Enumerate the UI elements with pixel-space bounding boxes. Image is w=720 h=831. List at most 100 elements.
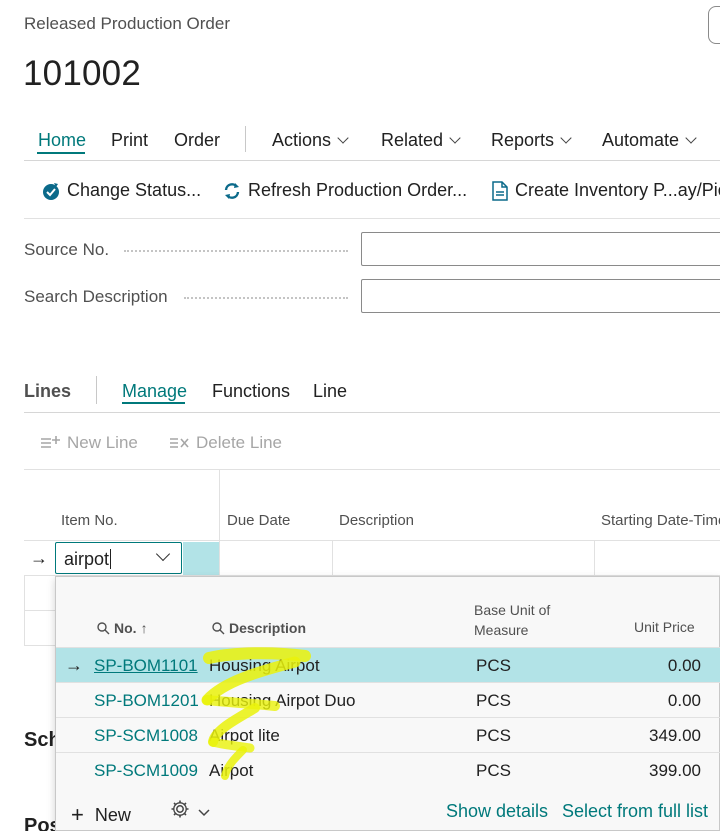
lookup-cell-no[interactable]: SP-SCM1009 [94,761,198,781]
lookup-cell-uom: PCS [476,761,511,780]
tab-print[interactable]: Print [111,130,148,151]
item-no-input-value: airpot [64,549,110,569]
chevron-down-icon [198,809,210,817]
lookup-cell-no[interactable]: SP-SCM1008 [94,726,198,746]
tab-related[interactable]: Related [381,130,461,151]
lines-separator [96,376,97,404]
show-details-link[interactable]: Show details [446,801,548,822]
refresh-icon [224,182,240,199]
new-record-label: New [94,805,131,825]
lookup-cell-no[interactable]: SP-BOM1101 [94,656,198,676]
lookup-row[interactable]: SP-BOM1201 Housing Airpot Duo PCS 0.00 [56,682,720,717]
text-caret [110,549,111,569]
refresh-production-order-button[interactable]: Refresh Production Order... [222,180,467,201]
search-icon [212,622,225,635]
tab-actions[interactable]: Actions [272,130,349,151]
corner-button[interactable] [708,6,720,44]
lines-divider [24,412,720,413]
search-icon [97,622,110,635]
chevron-down-icon [449,132,461,144]
column-description[interactable]: Description [339,512,414,529]
lookup-cell-uom: PCS [476,726,511,745]
nav-separator [245,126,246,152]
new-line-label: New Line [67,433,138,452]
lookup-cell-description: Housing Airpot Duo [209,691,356,710]
lookup-cell-unit-price: 349.00 [649,726,701,745]
tab-automate[interactable]: Automate [602,130,697,151]
lookup-row[interactable]: → SP-BOM1101 Housing Airpot PCS 0.00 [56,647,720,682]
grid-left-border [24,575,25,645]
action-bar-nav: Home Print Order Actions Related Reports… [0,124,720,158]
change-status-button[interactable]: Change Status... [41,180,201,201]
source-no-leader [124,250,348,252]
tab-line[interactable]: Line [313,381,347,402]
page-title: 101002 [23,54,141,93]
page-caption: Released Production Order [24,14,231,33]
refresh-label: Refresh Production Order... [248,180,468,200]
selected-cell-highlight [183,542,219,575]
select-from-full-list-link[interactable]: Select from full list [562,801,708,822]
search-description-label: Search Description [24,287,168,306]
lookup-column-unit-price[interactable]: Unit Price [634,619,695,635]
lookup-cell-description: Airpot lite [209,726,280,745]
create-inventory-label: Create Inventory P...ay/Pick [515,180,720,200]
lookup-column-uom-line2[interactable]: Measure [474,622,528,638]
tab-manage[interactable]: Manage [122,381,187,402]
gear-icon [171,800,189,818]
document-icon [492,180,508,201]
grid-top-divider [24,469,720,470]
item-lookup-dropdown: No. ↑ Description Base Unit of Measure U… [55,576,720,831]
chevron-down-icon [685,132,697,144]
item-no-input[interactable]: airpot [55,542,182,574]
lookup-footer: + New Show details Select from full list [56,789,720,831]
tab-manage-underline [122,402,185,404]
plus-icon: + [71,802,84,827]
tab-related-label: Related [381,130,444,150]
chevron-down-icon [560,132,572,144]
lookup-column-description[interactable]: Description [211,620,306,636]
chevron-down-icon [337,132,349,144]
source-no-label: Source No. [24,240,110,259]
lookup-column-no[interactable]: No. ↑ [96,620,148,636]
lookup-cell-unit-price: 399.00 [649,761,701,780]
new-record-button[interactable]: + New [71,801,131,827]
lookup-options-button[interactable] [170,799,211,824]
lookup-row[interactable]: SP-SCM1008 Airpot lite PCS 349.00 [56,717,720,752]
tab-reports-label: Reports [491,130,555,150]
tab-home[interactable]: Home [38,130,86,151]
lookup-cell-no[interactable]: SP-BOM1201 [94,691,199,711]
column-due-date[interactable]: Due Date [227,512,290,529]
change-status-icon [43,182,59,200]
grid-row-divider [24,610,56,611]
tab-automate-label: Automate [602,130,680,150]
grid-row-divider [24,645,56,646]
search-description-leader [184,297,348,299]
current-row-arrow-icon: → [30,548,48,568]
lookup-column-description-label: Description [229,620,307,636]
create-inventory-put-away-pick-button[interactable]: Create Inventory P...ay/Pick [491,180,720,201]
source-no-field[interactable] [361,232,720,266]
nav-divider [24,160,720,161]
grid-header-divider [24,540,720,541]
chevron-down-icon[interactable] [155,546,171,562]
tab-functions[interactable]: Functions [212,381,290,402]
tab-order[interactable]: Order [174,130,220,151]
delete-line-icon [170,438,189,448]
selected-row-arrow-icon: → [65,655,83,675]
column-item-no[interactable]: Item No. [61,512,118,529]
lookup-column-uom-line1[interactable]: Base Unit of [474,602,550,618]
new-line-icon [41,436,60,448]
lookup-cell-unit-price: 0.00 [667,691,701,710]
tab-home-underline [37,152,85,154]
delete-line-button[interactable]: Delete Line [168,433,282,453]
actions-divider [24,218,720,219]
new-line-button[interactable]: New Line [39,433,138,453]
lookup-cell-uom: PCS [476,656,511,675]
lookup-cell-description: Housing Airpot [209,656,320,675]
lookup-row[interactable]: SP-SCM1009 Airpot PCS 399.00 [56,752,720,787]
search-description-field[interactable] [361,279,720,313]
sort-ascending-icon: ↑ [140,620,148,636]
tab-reports[interactable]: Reports [491,130,572,151]
column-starting-date-time[interactable]: Starting Date-Time [601,512,720,529]
grid-cell-divider [332,541,333,575]
